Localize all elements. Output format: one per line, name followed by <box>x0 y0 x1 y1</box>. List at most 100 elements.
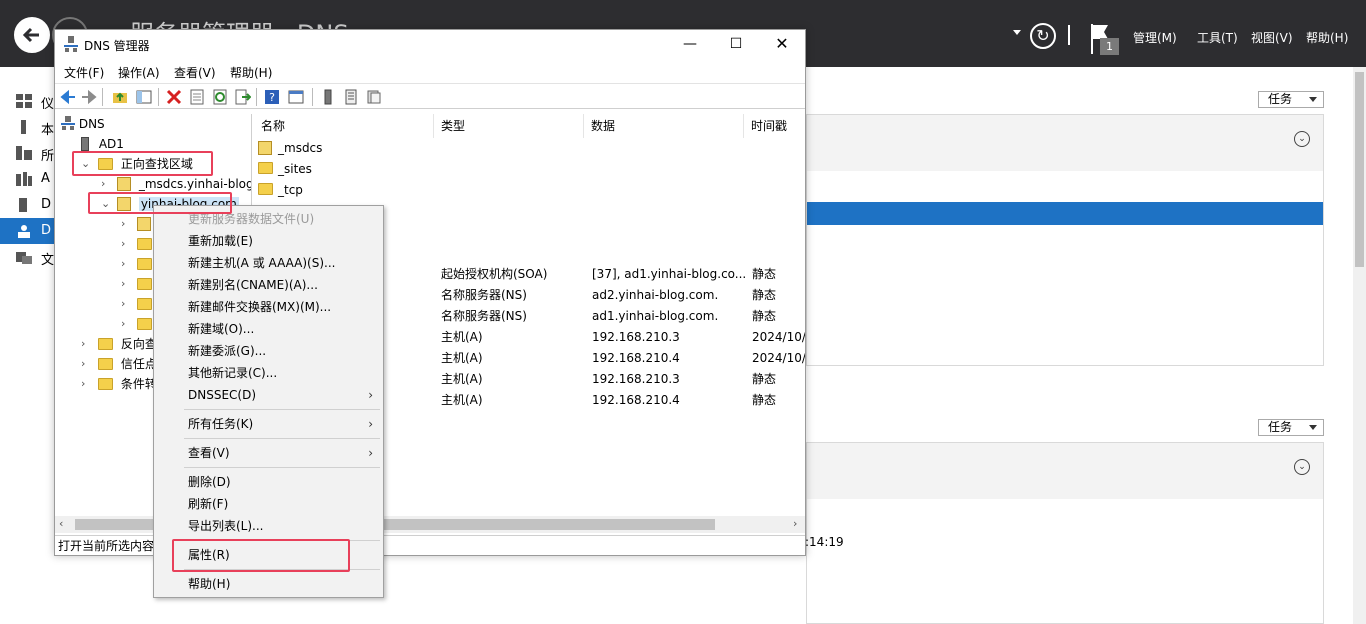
menu-item-reload[interactable]: 重新加载(E) <box>154 230 383 252</box>
sidebar-item-file-services[interactable]: 文 <box>0 244 55 270</box>
minimize-button[interactable]: — <box>667 30 713 58</box>
refresh-icon[interactable] <box>212 89 228 105</box>
chevron-right-icon[interactable]: › <box>81 354 91 374</box>
menu-item-refresh[interactable]: 刷新(F) <box>154 493 383 515</box>
close-button[interactable]: ✕ <box>759 30 805 58</box>
tree-item-child[interactable]: › <box>121 274 152 294</box>
scroll-left-icon[interactable]: ‹ <box>59 517 63 530</box>
back-arrow-icon[interactable] <box>60 89 76 105</box>
menu-item-new-host[interactable]: 新建主机(A 或 AAAA)(S)... <box>154 252 383 274</box>
dns-titlebar[interactable]: DNS 管理器 — ☐ ✕ <box>55 30 805 58</box>
selected-server-row[interactable] <box>807 202 1323 225</box>
sidebar-item-local-server[interactable]: 本 <box>0 114 55 140</box>
delete-icon[interactable] <box>166 89 182 105</box>
zone-file-icon[interactable] <box>366 89 382 105</box>
chevron-down-icon[interactable]: ⌄ <box>101 194 111 214</box>
menu-action[interactable]: 操作(A) <box>118 64 160 81</box>
folder-icon <box>137 278 152 290</box>
menu-item-all-tasks[interactable]: 所有任务(K) › <box>154 413 383 435</box>
tasks-dropdown[interactable]: 任务 <box>1258 91 1324 108</box>
menu-tools[interactable]: 工具(T) <box>1197 29 1238 46</box>
record-data: 192.168.210.4 <box>592 393 680 407</box>
menu-view[interactable]: 查看(V) <box>174 64 216 81</box>
column-header-type[interactable]: 类型 <box>434 114 584 138</box>
sidebar-item-dashboard[interactable]: 仪 <box>0 88 55 114</box>
chevron-right-icon[interactable]: › <box>81 334 91 354</box>
column-header-data[interactable]: 数据 <box>584 114 744 138</box>
chevron-right-icon[interactable]: › <box>81 374 91 394</box>
tree-item-child[interactable]: › <box>121 214 151 234</box>
collapse-chevron-icon[interactable]: ⌄ <box>1294 459 1310 475</box>
menu-item-other-records[interactable]: 其他新记录(C)... <box>154 362 383 384</box>
menu-item-delete[interactable]: 删除(D) <box>154 471 383 493</box>
record-data: 192.168.210.3 <box>592 330 680 344</box>
back-arrow-icon <box>22 27 39 43</box>
collapse-chevron-icon[interactable]: ⌄ <box>1294 131 1310 147</box>
sidebar-item-all-servers[interactable]: 所 <box>0 140 55 166</box>
back-button[interactable] <box>14 17 50 53</box>
menu-item-export-list[interactable]: 导出列表(L)... <box>154 515 383 537</box>
menu-divider <box>184 467 380 468</box>
show-tree-icon[interactable] <box>136 89 152 105</box>
menu-view[interactable]: 视图(V) <box>1251 29 1293 46</box>
chevron-right-icon[interactable]: › <box>121 274 131 294</box>
console-view-icon[interactable] <box>288 89 304 105</box>
tree-item-msdcs-zone[interactable]: › _msdcs.yinhai-blog <box>101 174 251 194</box>
menu-help[interactable]: 帮助(H) <box>1306 29 1348 46</box>
tree-item-child[interactable]: › <box>121 294 152 314</box>
server-icon[interactable] <box>320 89 336 105</box>
chevron-down-icon[interactable] <box>1013 30 1021 35</box>
refresh-icon[interactable]: ↻ <box>1030 23 1056 49</box>
record-type: 主机(A) <box>441 393 483 407</box>
export-list-icon[interactable] <box>235 89 251 105</box>
menu-item-update-server-file[interactable]: 更新服务器数据文件(U) <box>154 208 383 230</box>
tree-item-trust-points[interactable]: › 信任点 <box>81 354 157 374</box>
column-header-timestamp[interactable]: 时间戳 <box>744 114 805 138</box>
list-item[interactable]: _tcp <box>254 180 805 201</box>
tree-item-conditional-forwarders[interactable]: › 条件转 <box>81 374 157 394</box>
tree-item-forward-zones[interactable]: ⌄ 正向查找区域 <box>81 154 193 174</box>
sidebar-item-dhcp[interactable]: D <box>0 192 55 218</box>
server-manager-scrollbar[interactable] <box>1353 67 1366 624</box>
tree-item-dns[interactable]: DNS <box>61 114 105 134</box>
sidebar-item-ad[interactable]: A <box>0 166 55 192</box>
chevron-right-icon[interactable]: › <box>121 294 131 314</box>
list-item[interactable]: _msdcs <box>254 138 805 159</box>
tree-item-child[interactable]: › <box>121 234 152 254</box>
menu-item-new-alias[interactable]: 新建别名(CNAME)(A)... <box>154 274 383 296</box>
maximize-button[interactable]: ☐ <box>713 30 759 58</box>
menu-item-new-mail-exchanger[interactable]: 新建邮件交换器(MX)(M)... <box>154 296 383 318</box>
sidebar-item-dns[interactable]: D <box>0 218 55 244</box>
tasks-dropdown[interactable]: 任务 <box>1258 419 1324 436</box>
tree-item-child[interactable]: › <box>121 314 152 334</box>
tree-item-reverse-zones[interactable]: › 反向查 <box>81 334 157 354</box>
chevron-right-icon[interactable]: › <box>121 314 131 334</box>
scrollbar-thumb[interactable] <box>1355 72 1364 267</box>
menu-item-view[interactable]: 查看(V) › <box>154 442 383 464</box>
menu-item-properties[interactable]: 属性(R) <box>154 544 383 566</box>
menu-item-help[interactable]: 帮助(H) <box>154 573 383 595</box>
tree-item-server[interactable]: AD1 <box>81 134 124 154</box>
chevron-right-icon[interactable]: › <box>121 234 131 254</box>
menu-manage[interactable]: 管理(M) <box>1133 29 1177 46</box>
chevron-right-icon[interactable]: › <box>121 214 131 234</box>
chevron-down-icon[interactable]: ⌄ <box>81 154 91 174</box>
up-folder-icon[interactable] <box>112 89 128 105</box>
menu-help[interactable]: 帮助(H) <box>230 64 272 81</box>
list-item[interactable]: _sites <box>254 159 805 180</box>
menu-item-new-delegation[interactable]: 新建委派(G)... <box>154 340 383 362</box>
menu-item-dnssec[interactable]: DNSSEC(D) › <box>154 384 383 406</box>
folder-icon <box>98 338 113 350</box>
properties-page-icon[interactable] <box>189 89 205 105</box>
menu-file[interactable]: 文件(F) <box>64 64 104 81</box>
forward-arrow-icon[interactable] <box>81 89 97 105</box>
chevron-right-icon[interactable]: › <box>101 174 111 194</box>
help-icon[interactable]: ? <box>264 89 280 105</box>
column-header-name[interactable]: 名称 <box>254 114 434 138</box>
scroll-right-icon[interactable]: › <box>793 517 797 530</box>
record-list-icon[interactable] <box>343 89 359 105</box>
zone-file-icon <box>258 141 272 155</box>
chevron-right-icon[interactable]: › <box>121 254 131 274</box>
tree-item-child[interactable]: › <box>121 254 152 274</box>
menu-item-new-domain[interactable]: 新建域(O)... <box>154 318 383 340</box>
